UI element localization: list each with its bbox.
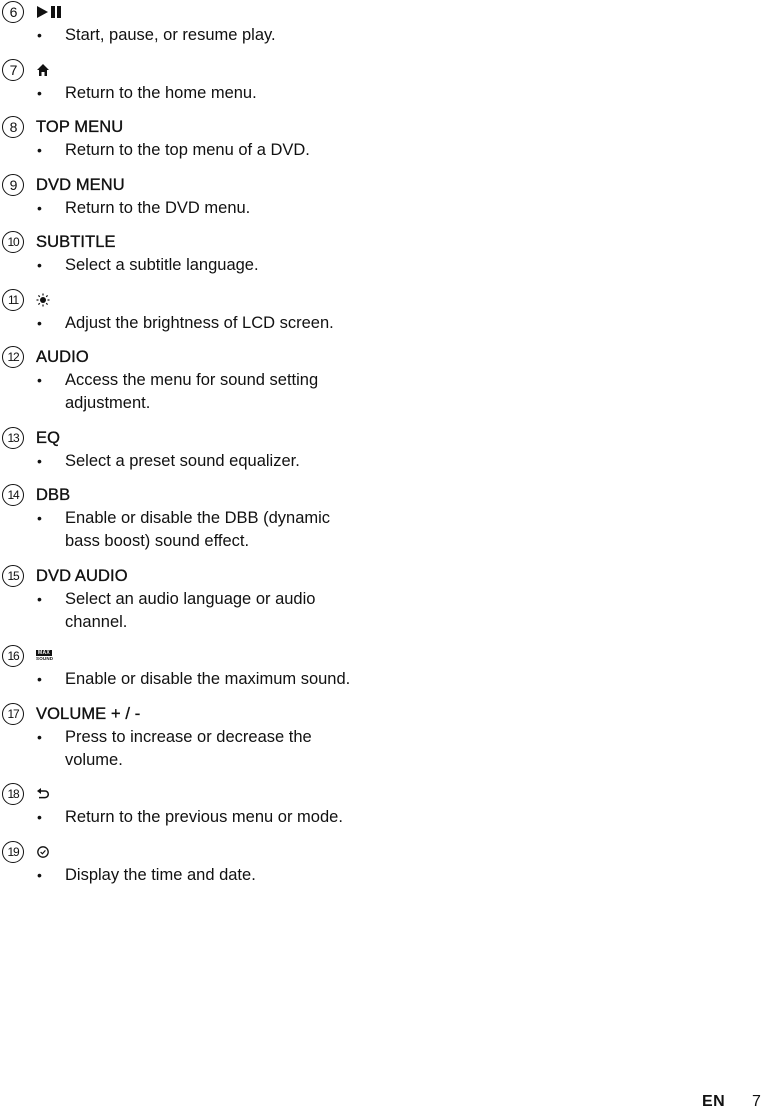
- bullet: •: [37, 85, 42, 101]
- item-number: 12: [2, 346, 24, 368]
- item-description: Return to the DVD menu.: [65, 199, 251, 217]
- bullet: •: [37, 315, 42, 331]
- bullet: •: [37, 809, 42, 825]
- item-description: Adjust the brightness of LCD screen.: [65, 314, 334, 332]
- page-number: 7: [752, 1093, 761, 1110]
- item-description: Select a subtitle language.: [65, 256, 259, 274]
- item-number: 16: [2, 645, 24, 667]
- item-description: Return to the top menu of a DVD.: [65, 141, 310, 159]
- bullet: •: [37, 257, 42, 273]
- bullet: •: [37, 27, 42, 43]
- bullet: •: [37, 200, 42, 216]
- item-number: 18: [2, 783, 24, 805]
- button-label: DVD AUDIO: [36, 567, 128, 585]
- play-pause-icon: [36, 3, 76, 21]
- item-number: 11: [2, 289, 24, 311]
- clock-icon: [36, 843, 50, 861]
- button-label: VOLUME + / -: [36, 705, 141, 723]
- item-number: 17: [2, 703, 24, 725]
- item-description: Return to the home menu.: [65, 84, 257, 102]
- item-number: 14: [2, 484, 24, 506]
- bullet: •: [37, 453, 42, 469]
- item-description: Start, pause, or resume play.: [65, 26, 276, 44]
- item-number: 13: [2, 427, 24, 449]
- max-sound-icon: MAX SOUND: [36, 647, 53, 665]
- item-number: 7: [2, 59, 24, 81]
- bullet: •: [37, 142, 42, 158]
- item-number: 8: [2, 116, 24, 138]
- bullet: •: [37, 729, 42, 745]
- max-sound-icon-bottom: SOUND: [36, 656, 54, 661]
- button-label: SUBTITLE: [36, 233, 116, 251]
- item-number: 9: [2, 174, 24, 196]
- button-label: EQ: [36, 429, 61, 447]
- home-icon: [36, 61, 50, 79]
- button-label: DVD MENU: [36, 176, 125, 194]
- item-description: Enable or disable the DBB (dynamic bass …: [65, 509, 331, 550]
- item-number: 19: [2, 841, 24, 863]
- item-number: 15: [2, 565, 24, 587]
- item-number: 10: [2, 231, 24, 253]
- item-number: 6: [2, 1, 24, 23]
- bullet: •: [37, 867, 42, 883]
- bullet: •: [37, 510, 42, 526]
- item-description: Access the menu for sound setting adjust…: [65, 371, 319, 412]
- item-description: Press to increase or decrease the volume…: [65, 728, 312, 769]
- bullet: •: [37, 671, 42, 687]
- item-description: Enable or disable the maximum sound.: [65, 670, 351, 688]
- back-icon: [36, 785, 50, 803]
- button-label: AUDIO: [36, 348, 89, 366]
- item-description: Display the time and date.: [65, 866, 256, 884]
- language-label: EN: [702, 1093, 726, 1110]
- item-description: Select a preset sound equalizer.: [65, 452, 300, 470]
- button-label: DBB: [36, 486, 71, 504]
- item-description: Return to the previous menu or mode.: [65, 808, 343, 826]
- bullet: •: [37, 372, 42, 388]
- item-description: Select an audio language or audio channe…: [65, 590, 316, 631]
- brightness-icon: [36, 291, 50, 309]
- button-label: TOP MENU: [36, 118, 124, 136]
- bullet: •: [37, 591, 42, 607]
